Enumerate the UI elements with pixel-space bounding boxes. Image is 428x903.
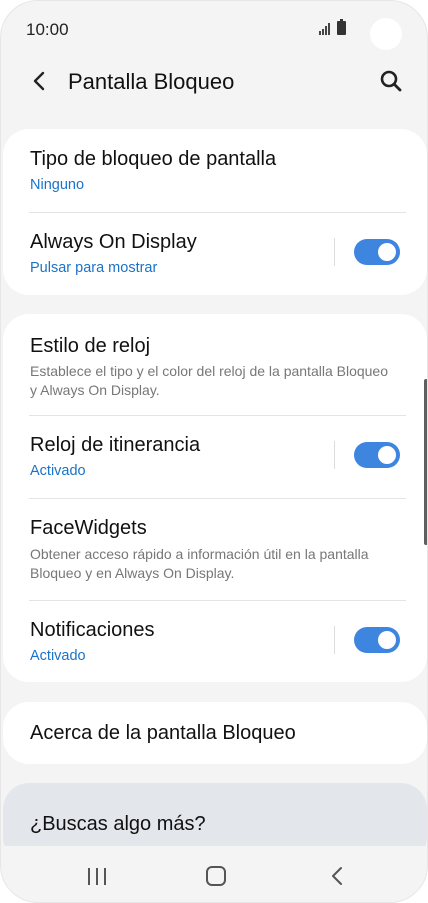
separator <box>334 441 335 469</box>
camera-cutout <box>370 18 402 50</box>
clock-style-row[interactable]: Estilo de reloj Establece el tipo y el c… <box>3 314 427 415</box>
lock-type-title: Tipo de bloqueo de pantalla <box>30 148 277 170</box>
search-icon[interactable] <box>377 67 405 95</box>
nav-home-icon[interactable] <box>206 866 226 886</box>
facewidgets-title: FaceWidgets <box>30 517 147 539</box>
about-lock-screen-card[interactable]: Acerca de la pantalla Bloqueo <box>3 702 427 764</box>
nav-recent-icon[interactable] <box>87 868 107 885</box>
notifications-row[interactable]: Notificaciones Activado <box>3 601 427 682</box>
separator <box>334 626 335 654</box>
roaming-clock-status: Activado <box>30 463 86 479</box>
lock-type-value: Ninguno <box>30 177 85 193</box>
notifications-toggle[interactable] <box>354 627 400 653</box>
always-on-display-row[interactable]: Always On Display Pulsar para mostrar <box>3 213 427 295</box>
looking-for-more-title: ¿Buscas algo más? <box>30 813 206 835</box>
signal-icon <box>319 23 333 35</box>
lock-type-row[interactable]: Tipo de bloqueo de pantalla Ninguno <box>3 129 427 213</box>
roaming-clock-row[interactable]: Reloj de itinerancia Activado <box>3 416 427 498</box>
navigation-bar <box>1 846 427 902</box>
phone-screen: 10:00 Pantalla Bloqueo Tipo de bloqueo d… <box>0 0 428 903</box>
roaming-clock-title: Reloj de itinerancia <box>30 434 201 456</box>
nav-back-icon[interactable] <box>327 864 347 888</box>
always-on-display-subtitle: Pulsar para mostrar <box>30 260 158 276</box>
battery-icon <box>337 19 346 35</box>
separator <box>334 238 335 266</box>
always-on-display-title: Always On Display <box>30 231 197 253</box>
back-icon[interactable] <box>26 67 54 95</box>
clock-settings-card: Estilo de reloj Establece el tipo y el c… <box>3 314 427 682</box>
app-header: Pantalla Bloqueo <box>1 59 427 105</box>
clock-style-title: Estilo de reloj <box>30 335 151 357</box>
status-time: 10:00 <box>26 20 69 39</box>
scrollbar[interactable] <box>424 379 427 545</box>
about-lock-screen-title: Acerca de la pantalla Bloqueo <box>30 722 296 744</box>
notifications-title: Notificaciones <box>30 619 155 641</box>
page-title: Pantalla Bloqueo <box>68 69 235 94</box>
clock-style-description: Establece el tipo y el color del reloj d… <box>30 363 389 398</box>
roaming-clock-toggle[interactable] <box>354 442 400 468</box>
facewidgets-description: Obtener acceso rápido a información útil… <box>30 546 369 581</box>
lock-settings-card: Tipo de bloqueo de pantalla Ninguno Alwa… <box>3 129 427 295</box>
notifications-status: Activado <box>30 648 86 664</box>
always-on-display-toggle[interactable] <box>354 239 400 265</box>
status-bar: 10:00 <box>1 1 427 59</box>
facewidgets-row[interactable]: FaceWidgets Obtener acceso rápido a info… <box>3 499 427 600</box>
